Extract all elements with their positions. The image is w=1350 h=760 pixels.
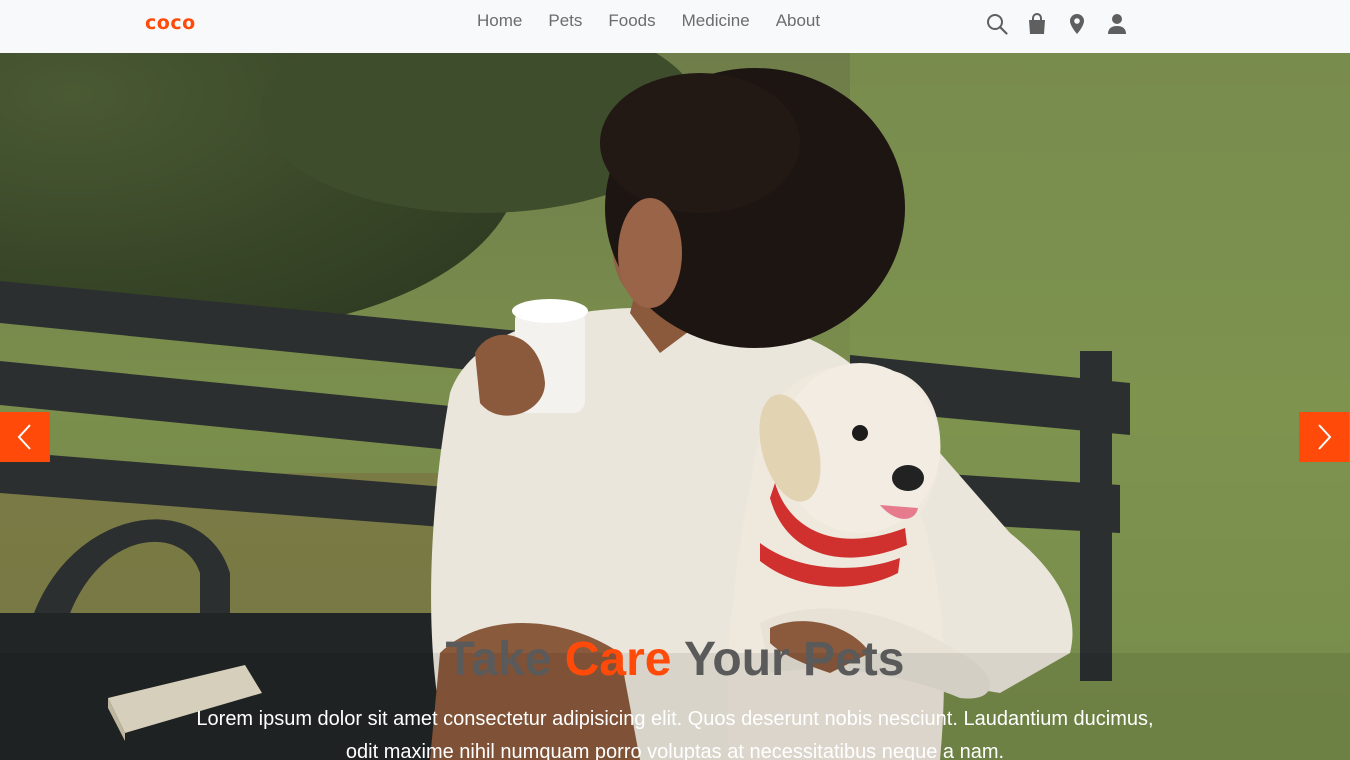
nav-link-about[interactable]: About — [763, 10, 833, 32]
carousel-next-button[interactable] — [1299, 412, 1349, 462]
chevron-left-icon — [17, 424, 31, 450]
nav-icons — [986, 12, 1128, 36]
brand-logo[interactable]: coco — [145, 12, 196, 34]
user-icon[interactable] — [1106, 12, 1128, 36]
nav-links: Home Pets Foods Medicine About — [464, 10, 833, 32]
hero-title-accent: Care — [564, 633, 672, 686]
hero-carousel: Take Care Your Pets Lorem ipsum dolor si… — [0, 53, 1350, 760]
hero-description: Lorem ipsum dolor sit amet consectetur a… — [196, 708, 1154, 760]
nav-link-home[interactable]: Home — [464, 10, 535, 32]
map-marker-icon[interactable] — [1066, 12, 1088, 36]
hero-title: Take Care Your Pets — [0, 633, 1350, 687]
chevron-right-icon — [1318, 424, 1332, 450]
nav-link-medicine[interactable]: Medicine — [669, 10, 763, 32]
carousel-prev-button[interactable] — [0, 412, 50, 462]
hero-title-part-1: Take — [445, 633, 565, 686]
search-icon[interactable] — [986, 12, 1008, 36]
nav-link-pets[interactable]: Pets — [535, 10, 595, 32]
shopping-bag-icon[interactable] — [1026, 12, 1048, 36]
nav-link-foods[interactable]: Foods — [595, 10, 668, 32]
hero-title-part-2: Your Pets — [671, 633, 905, 686]
navbar: coco Home Pets Foods Medicine About — [0, 0, 1350, 53]
